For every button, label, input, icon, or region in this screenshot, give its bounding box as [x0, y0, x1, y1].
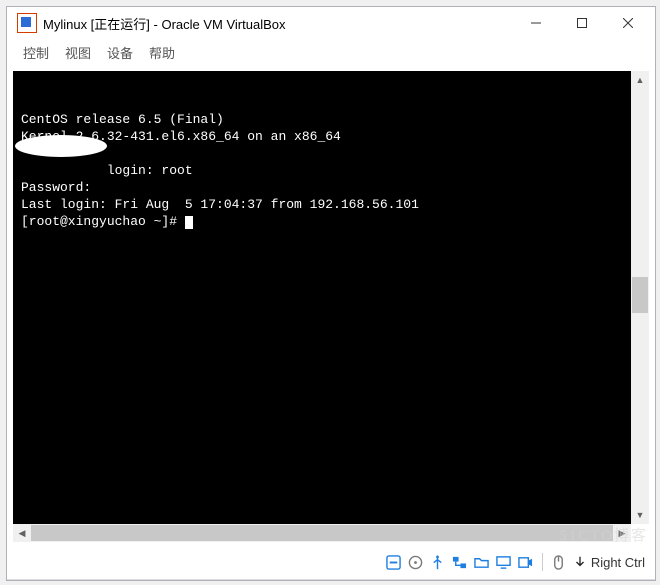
horizontal-scrollbar[interactable]: ◀ ▶ — [13, 524, 631, 542]
statusbar-separator — [542, 553, 543, 571]
menu-control[interactable]: 控制 — [17, 41, 55, 64]
close-button[interactable] — [605, 9, 651, 37]
scroll-up-button[interactable]: ▲ — [631, 71, 649, 89]
usb-icon[interactable] — [430, 554, 446, 570]
display-icon[interactable] — [496, 554, 512, 570]
menu-help[interactable]: 帮助 — [143, 41, 181, 64]
term-password-line: Password: — [21, 180, 91, 195]
redaction-ellipse — [15, 135, 107, 157]
menu-devices[interactable]: 设备 — [101, 41, 139, 64]
watermark: 51CTO博客 — [559, 524, 648, 545]
disk-activity-icon[interactable] — [386, 554, 402, 570]
menu-view[interactable]: 视图 — [59, 41, 97, 64]
terminal-frame[interactable]: CentOS release 6.5 (Final) Kernel 2.6.32… — [13, 71, 631, 524]
maximize-button[interactable] — [559, 9, 605, 37]
statusbar: Right Ctrl — [7, 544, 655, 580]
term-lastlogin-line: Last login: Fri Aug 5 17:04:37 from 192.… — [21, 197, 419, 212]
term-login-line: login: root — [21, 163, 193, 178]
term-prompt: [root@xingyuchao ~]# — [21, 214, 185, 229]
window-controls — [513, 9, 651, 37]
network-icon[interactable] — [452, 554, 468, 570]
host-key-label: Right Ctrl — [591, 555, 645, 570]
shared-folder-icon[interactable] — [474, 554, 490, 570]
vm-window: Mylinux [正在运行] - Oracle VM VirtualBox 控制… — [6, 6, 656, 581]
hscroll-thumb[interactable] — [31, 525, 613, 541]
scroll-left-button[interactable]: ◀ — [13, 524, 31, 542]
terminal[interactable]: CentOS release 6.5 (Final) Kernel 2.6.32… — [13, 71, 631, 524]
cursor-icon — [185, 216, 193, 229]
recording-icon[interactable] — [518, 554, 534, 570]
arrow-down-icon — [573, 555, 587, 569]
titlebar[interactable]: Mylinux [正在运行] - Oracle VM VirtualBox — [7, 7, 655, 39]
host-key-indicator[interactable]: Right Ctrl — [573, 555, 645, 570]
virtualbox-icon — [17, 13, 37, 33]
vertical-scrollbar[interactable]: ▲ ▼ — [631, 71, 649, 524]
mouse-integration-icon[interactable] — [551, 554, 567, 570]
vscroll-thumb[interactable] — [632, 277, 648, 313]
window-title: Mylinux [正在运行] - Oracle VM VirtualBox — [43, 14, 513, 33]
minimize-button[interactable] — [513, 9, 559, 37]
term-line: CentOS release 6.5 (Final) — [21, 112, 224, 127]
vm-content: CentOS release 6.5 (Final) Kernel 2.6.32… — [13, 71, 649, 542]
menubar: 控制 视图 设备 帮助 — [7, 39, 655, 70]
scroll-down-button[interactable]: ▼ — [631, 506, 649, 524]
optical-drive-icon[interactable] — [408, 554, 424, 570]
